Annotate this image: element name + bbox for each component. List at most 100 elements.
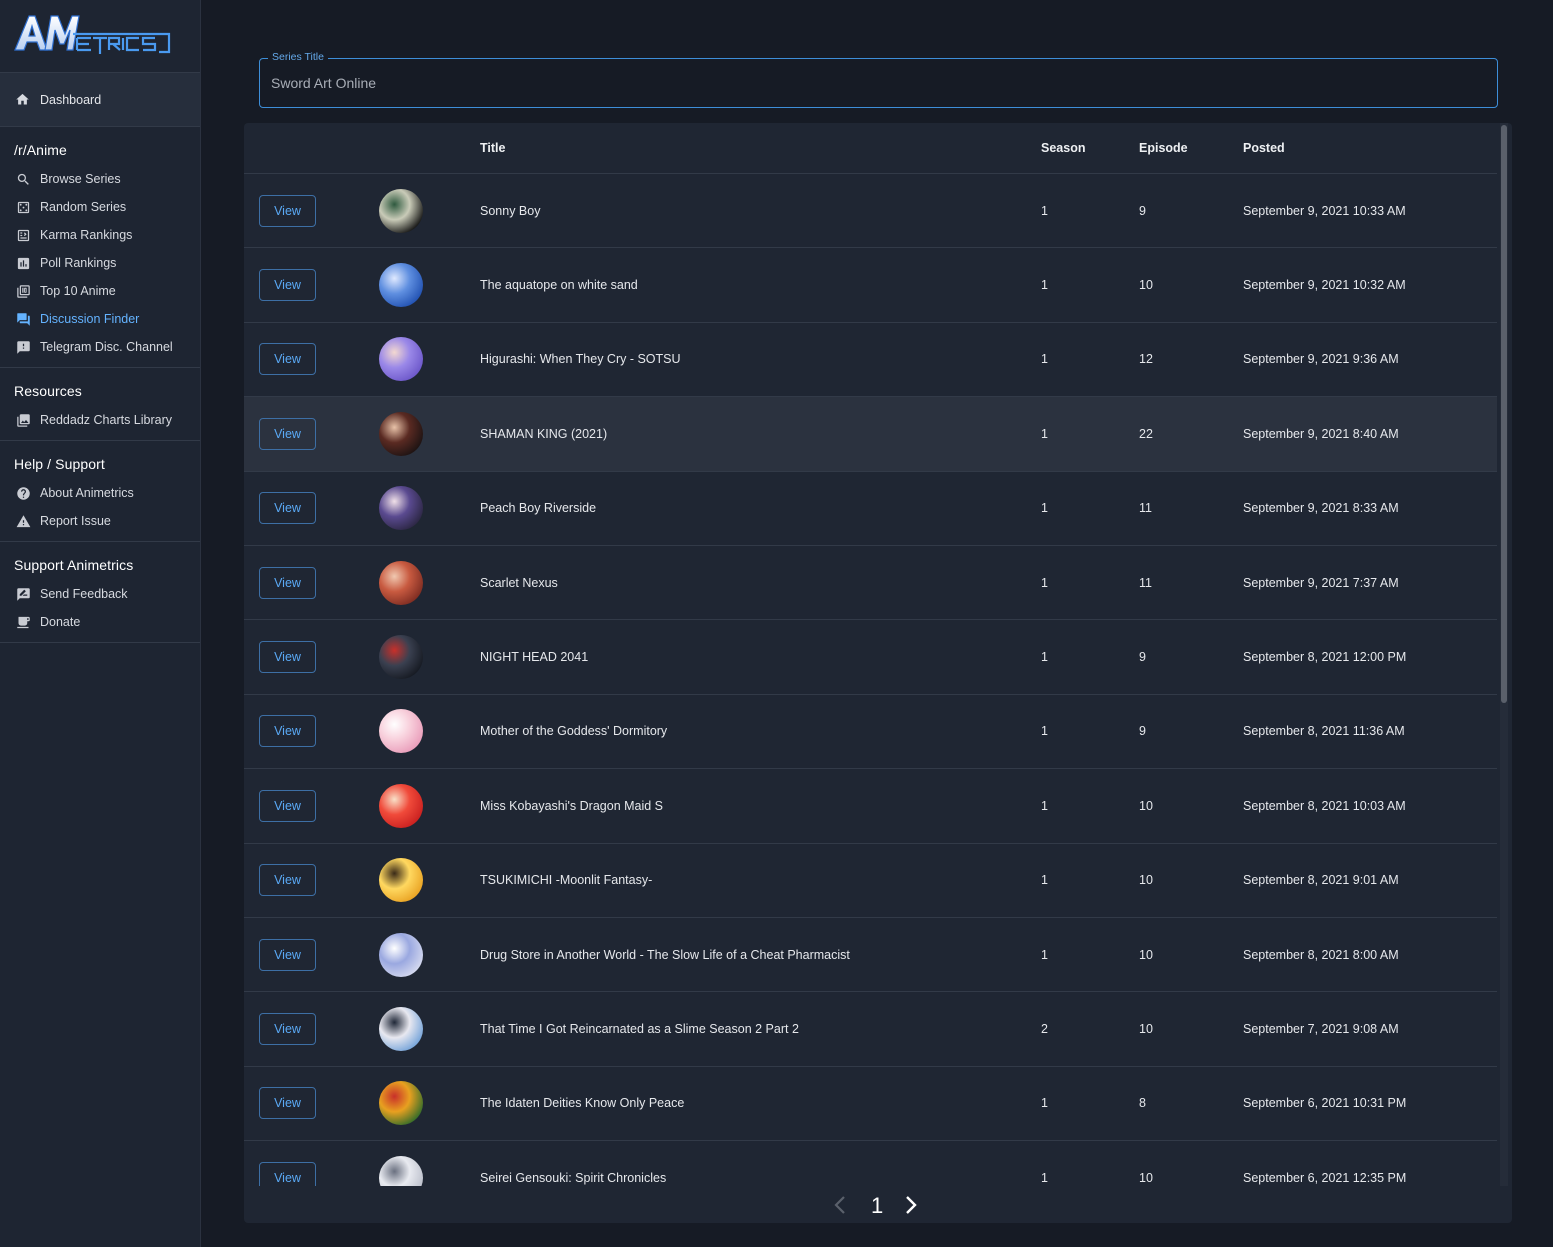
table-row[interactable]: View Sonny Boy 1 9 September 9, 2021 10:33 A…: [244, 174, 1497, 249]
sidebar-item-label: Discussion Finder: [40, 312, 140, 326]
cell-title: That Time I Got Reincarnated as a Slime …: [480, 1021, 799, 1036]
table-row[interactable]: View The aquatope on white sand 1 10 Septemb…: [244, 248, 1497, 323]
cell-posted: September 9, 2021 9:36 AM: [1243, 352, 1399, 367]
column-header-season[interactable]: Season: [1041, 141, 1085, 155]
cell-season: 1: [1041, 278, 1048, 293]
series-thumbnail: [379, 337, 423, 382]
sidebar-item-poll-rankings[interactable]: Poll Rankings: [0, 249, 200, 277]
cell-posted: September 8, 2021 9:01 AM: [1243, 873, 1399, 888]
table-row[interactable]: View Higurashi: When They Cry - SOTSU 1 12 S…: [244, 323, 1497, 398]
cell-title: The aquatope on white sand: [480, 278, 638, 293]
sidebar-sections: /r/Anime Browse Series Random Series Karma …: [0, 127, 200, 643]
series-title-field[interactable]: Series Title: [259, 51, 1498, 108]
table-row[interactable]: View Drug Store in Another World - The Sl…: [244, 918, 1497, 993]
view-button[interactable]: View: [259, 864, 316, 897]
table-row[interactable]: View Miss Kobayashi's Dragon Maid S 1 10 Sep…: [244, 769, 1497, 844]
cell-posted: September 6, 2021 10:31 PM: [1243, 1096, 1407, 1111]
cell-posted: September 9, 2021 10:32 AM: [1243, 278, 1406, 293]
chevron-right-icon[interactable]: [903, 1195, 919, 1215]
sidebar-item-about-animetrics[interactable]: About Animetrics: [0, 479, 200, 507]
scrollbar-thumb[interactable]: [1501, 125, 1507, 703]
chevron-left-icon[interactable]: [832, 1195, 848, 1215]
view-button[interactable]: View: [259, 938, 316, 971]
warning-icon: [15, 513, 31, 529]
view-button[interactable]: View: [259, 417, 316, 450]
column-header-episode[interactable]: Episode: [1139, 141, 1188, 155]
cell-season: 2: [1041, 1021, 1048, 1036]
cell-episode: 10: [1139, 1170, 1153, 1185]
table-row[interactable]: View TSUKIMICHI -Moonlit Fantasy- 1 10 Septe…: [244, 844, 1497, 918]
table-row[interactable]: View Scarlet Nexus 1 11 September 9, 2021 7:…: [244, 546, 1497, 621]
sidebar-section: Resources Reddadz Charts Library: [0, 368, 200, 441]
sidebar-item-donate[interactable]: Donate: [0, 608, 200, 636]
sidebar-section-title: Help / Support: [14, 456, 105, 472]
column-header-posted[interactable]: Posted: [1243, 141, 1285, 155]
sidebar-item-label: Random Series: [40, 200, 127, 214]
table-row[interactable]: View That Time I Got Reincarnated as a Sl…: [244, 992, 1497, 1067]
top10-icon: [15, 283, 31, 299]
karma-icon: [15, 227, 31, 243]
cell-title: Drug Store in Another World - The Slow L…: [480, 947, 850, 962]
cell-episode: 11: [1139, 501, 1152, 516]
view-button[interactable]: View: [259, 492, 316, 525]
discussion-table: Title Season Episode Posted View Sonny Bo…: [244, 123, 1512, 1223]
sidebar-item-send-feedback[interactable]: Send Feedback: [0, 580, 200, 608]
cell-episode: 10: [1139, 873, 1153, 888]
series-thumbnail: [379, 1081, 423, 1126]
cell-season: 1: [1041, 873, 1048, 888]
sidebar-item-karma-rankings[interactable]: Karma Rankings: [0, 221, 200, 249]
sidebar-item-random-series[interactable]: Random Series: [0, 193, 200, 221]
feedback-icon: [15, 339, 31, 355]
sidebar-section: Help / Support About Animetrics Report Iss…: [0, 441, 200, 542]
sidebar-item-label: Top 10 Anime: [40, 284, 116, 298]
sidebar-item-label: Reddadz Charts Library: [40, 413, 173, 427]
sidebar-item-top-10-anime[interactable]: Top 10 Anime: [0, 277, 200, 305]
view-button[interactable]: View: [259, 1161, 316, 1186]
table-row[interactable]: View Seirei Gensouki: Spirit Chronicles 1 1…: [244, 1141, 1497, 1186]
view-button[interactable]: View: [259, 269, 316, 302]
table-scroll-area[interactable]: Title Season Episode Posted View Sonny Bo…: [244, 123, 1497, 1186]
view-button[interactable]: View: [259, 343, 316, 376]
table-row[interactable]: View SHAMAN KING (2021) 1 22 September 9, 20…: [244, 397, 1497, 472]
cell-season: 1: [1041, 947, 1048, 962]
table-row[interactable]: View The Idaten Deities Know Only Peace 1 8…: [244, 1067, 1497, 1142]
view-button[interactable]: View: [259, 789, 316, 822]
sidebar-item-browse-series[interactable]: Browse Series: [0, 165, 200, 193]
current-page[interactable]: 1: [871, 1193, 883, 1219]
series-thumbnail: [379, 263, 423, 308]
cell-title: SHAMAN KING (2021): [480, 426, 608, 441]
poll-icon: [15, 255, 31, 271]
table-row[interactable]: View Mother of the Goddess' Dormitory 1 9 Se…: [244, 695, 1497, 770]
logo[interactable]: [0, 0, 200, 73]
sidebar-section-title: /r/Anime: [14, 142, 67, 158]
cell-posted: September 7, 2021 9:08 AM: [1243, 1021, 1399, 1036]
series-thumbnail: [379, 1006, 423, 1051]
view-button[interactable]: View: [259, 1012, 316, 1045]
cell-posted: September 8, 2021 12:00 PM: [1243, 650, 1407, 665]
series-thumbnail: [379, 709, 423, 754]
cell-posted: September 8, 2021 11:36 AM: [1243, 724, 1405, 739]
coffee-icon: [15, 614, 31, 630]
cell-season: 1: [1041, 352, 1048, 367]
sidebar-item-reddadz-charts-library[interactable]: Reddadz Charts Library: [0, 406, 200, 434]
sidebar-item-label: Dashboard: [40, 92, 102, 107]
sidebar-item-discussion-finder[interactable]: Discussion Finder: [0, 305, 200, 333]
series-thumbnail: [379, 635, 423, 680]
view-button[interactable]: View: [259, 1087, 316, 1120]
sidebar-item-report-issue[interactable]: Report Issue: [0, 507, 200, 535]
table-row[interactable]: View NIGHT HEAD 2041 1 9 September 8, 2021 1…: [244, 620, 1497, 695]
cell-season: 1: [1041, 575, 1048, 590]
cell-title: The Idaten Deities Know Only Peace: [480, 1096, 685, 1111]
view-button[interactable]: View: [259, 715, 316, 748]
cell-title: Peach Boy Riverside: [480, 501, 597, 516]
view-button[interactable]: View: [259, 641, 316, 674]
view-button[interactable]: View: [259, 566, 316, 599]
sidebar-item-dashboard[interactable]: Dashboard: [0, 73, 200, 127]
series-title-input[interactable]: [260, 59, 1497, 107]
view-button[interactable]: View: [259, 194, 316, 227]
library-icon: [15, 412, 31, 428]
sidebar-item-telegram-disc-channel[interactable]: Telegram Disc. Channel: [0, 333, 200, 361]
table-row[interactable]: View Peach Boy Riverside 1 11 September 9, 2…: [244, 472, 1497, 546]
column-header-title[interactable]: Title: [480, 141, 505, 155]
sidebar-item-label: About Animetrics: [40, 486, 134, 500]
